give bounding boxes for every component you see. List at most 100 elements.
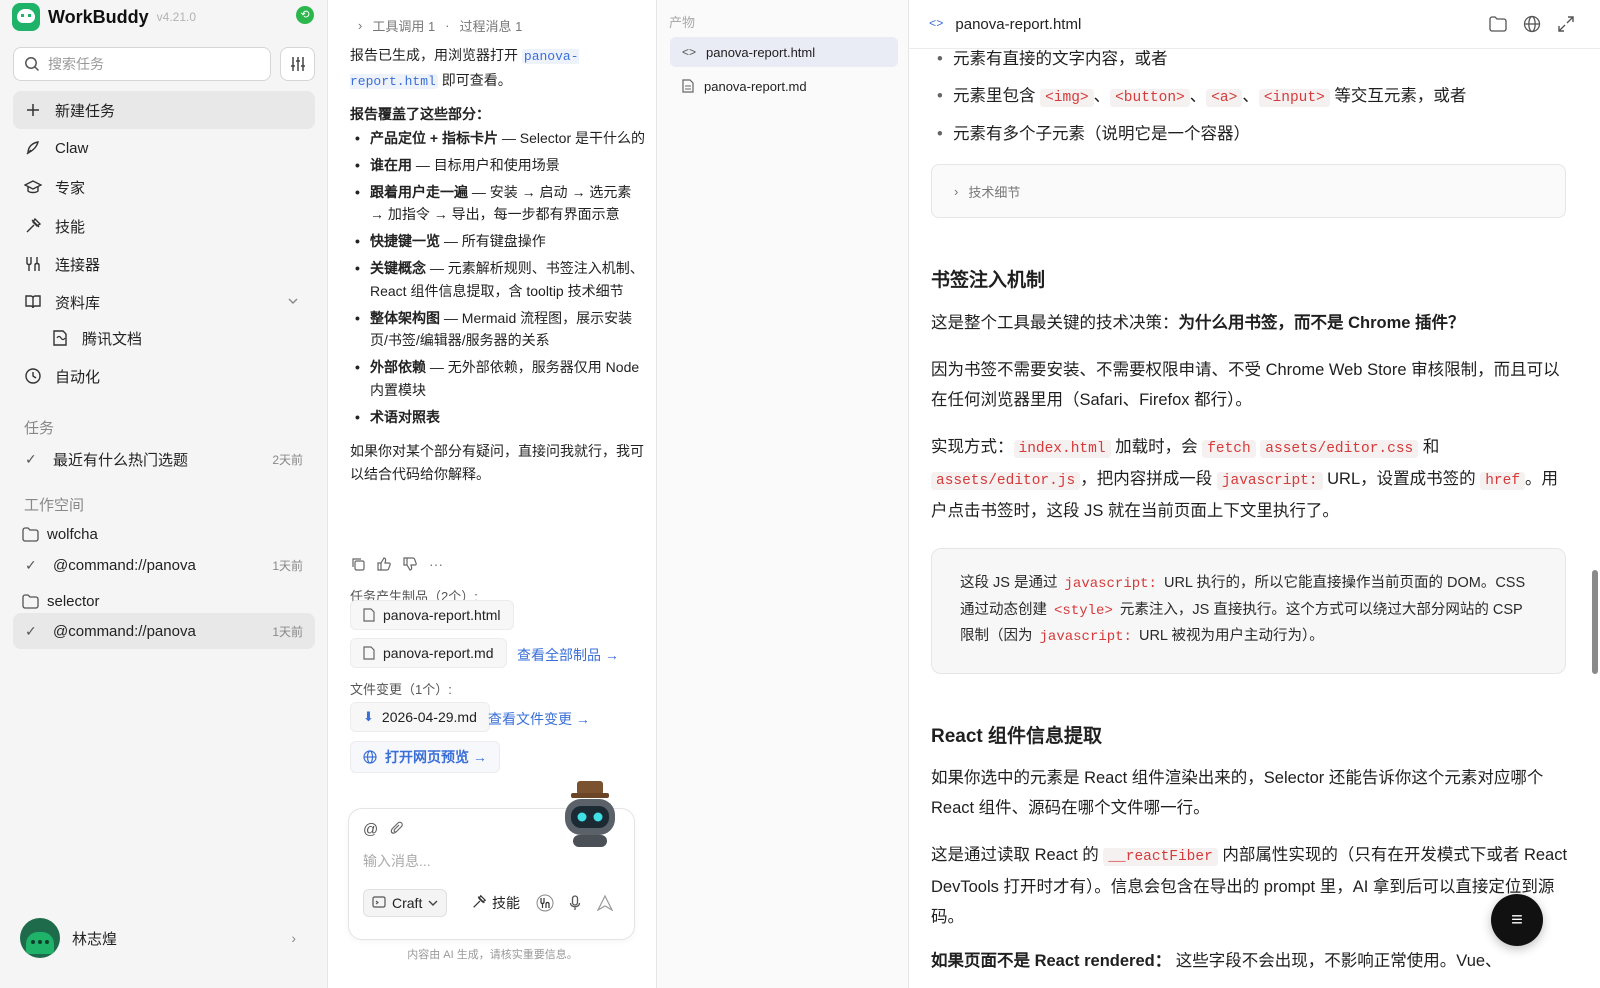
inline-code: href xyxy=(1480,472,1526,490)
nav-item-claw[interactable]: Claw xyxy=(13,129,315,167)
artifact-chip-html[interactable]: panova-report.html xyxy=(350,600,514,630)
view-all-artifacts-link[interactable]: 查看全部制品 → xyxy=(517,645,619,665)
sections-list: 产品定位 + 指标卡片 — Selector 是干什么的 谁在用 — 目标用户和… xyxy=(350,127,645,429)
microphone-icon[interactable] xyxy=(561,889,589,917)
list-item: 外部依赖 — 无外部依赖，服务器仅用 Node 内置模块 xyxy=(350,356,645,401)
ai-disclaimer: 内容由 AI 生成，请核实重要信息。 xyxy=(407,949,578,961)
heading-bookmark: 书签注入机制 xyxy=(931,270,1046,291)
expand-icon[interactable] xyxy=(1556,14,1576,34)
sliders-icon xyxy=(290,57,305,71)
skills-button[interactable]: 技能 xyxy=(471,889,520,917)
connector-icon[interactable] xyxy=(531,889,559,917)
process-summary[interactable]: › 工具调用 1 · 过程消息 1 xyxy=(358,16,522,35)
outline-menu-button[interactable]: ≡ xyxy=(1491,894,1543,946)
user-profile[interactable]: 林志煌 › xyxy=(20,918,316,958)
list-item: 整体架构图 — Mermaid 流程图，展示安装页/书签/编辑器/服务器的关系 xyxy=(350,307,645,352)
nav-item-experts[interactable]: 专家 xyxy=(13,168,315,206)
task-time: 1天前 xyxy=(272,624,303,639)
para-text: 加载时，会 xyxy=(1110,438,1203,456)
file-changes-label: 文件变更（1个）: xyxy=(350,682,452,697)
task-time: 2天前 xyxy=(272,452,303,467)
preview-panel: <> panova-report.html 元素有直接的文字内容，或者 元素里包… xyxy=(909,0,1600,988)
nav-item-skills[interactable]: 技能 xyxy=(13,207,315,245)
separator: 、 xyxy=(1242,86,1259,105)
tasks-section-label: 任务 xyxy=(24,420,55,437)
workbuddy-logo-icon xyxy=(12,3,40,31)
intro-text-end: 即可查看。 xyxy=(437,71,512,88)
filter-button[interactable] xyxy=(280,47,315,81)
intro-text: 报告已生成，用浏览器打开 xyxy=(350,47,522,63)
process-msgs-count: 过程消息 1 xyxy=(459,19,523,34)
graduation-cap-icon xyxy=(23,177,43,197)
list-item: 术语对照表 xyxy=(350,406,645,429)
bullet-text: 元素里包含 xyxy=(953,86,1041,105)
copy-icon[interactable] xyxy=(350,556,366,572)
chevron-right-icon: › xyxy=(954,183,959,199)
img-tag-code: <img> xyxy=(1040,88,1094,107)
message-actions: ··· xyxy=(350,556,444,572)
chevron-down-icon[interactable] xyxy=(287,294,299,311)
task-item[interactable]: ✓ @command://panova 1天前 xyxy=(13,547,315,583)
preview-actions xyxy=(1488,14,1576,34)
at-mention-icon[interactable]: @ xyxy=(363,821,378,839)
separator: 、 xyxy=(1093,86,1111,105)
technical-details-toggle[interactable]: › 技术细节 xyxy=(931,164,1566,218)
sidebar: WorkBuddy v4.21.0 ⟲ 新建任务 Claw 专家 技能 连接器 … xyxy=(0,0,328,988)
globe-icon[interactable] xyxy=(1522,14,1542,34)
artifact-row-name: panova-report.md xyxy=(704,78,807,94)
dot-separator: · xyxy=(445,18,450,33)
check-icon: ✓ xyxy=(25,450,37,467)
chat-panel: › 工具调用 1 · 过程消息 1 报告已生成，用浏览器打开 panova-re… xyxy=(328,0,657,988)
skill-label: 技能 xyxy=(492,895,520,911)
chevron-right-icon: › xyxy=(358,18,363,33)
nav-label: Claw xyxy=(55,139,89,157)
skill-icon xyxy=(471,894,487,913)
closing-text: 如果你对某个部分有疑问，直接问我就行，我可以结合代码给你解释。 xyxy=(350,443,644,482)
nav-item-automation[interactable]: 自动化 xyxy=(13,357,315,395)
file-change-chip[interactable]: ⬇ 2026-04-29.md xyxy=(350,702,490,732)
attachment-icon[interactable] xyxy=(390,821,404,839)
inline-code: __reactFiber xyxy=(1103,848,1218,866)
open-preview-button[interactable]: 打开网页预览 → xyxy=(350,741,500,773)
more-icon[interactable]: ··· xyxy=(428,556,444,572)
task-item-active[interactable]: ✓ @command://panova 1天前 xyxy=(13,613,315,649)
thumbs-up-icon[interactable] xyxy=(376,556,392,572)
tool-calls-count: 工具调用 1 xyxy=(372,19,436,34)
nav-item-connectors[interactable]: 连接器 xyxy=(13,245,315,283)
workspace-name: selector xyxy=(47,592,100,610)
artifact-row-html[interactable]: <> panova-report.html xyxy=(670,37,898,67)
task-title: 最近有什么热门选题 xyxy=(53,451,189,469)
code-icon: <> xyxy=(682,45,697,59)
send-icon[interactable] xyxy=(591,889,619,917)
artifact-name: panova-report.md xyxy=(383,645,494,661)
inline-code: javascript: xyxy=(1039,629,1132,645)
nav-item-library[interactable]: 资料库 xyxy=(13,283,315,321)
sections-title: 报告覆盖了这些部分： xyxy=(350,106,490,122)
message-input[interactable] xyxy=(363,853,613,869)
connection-status-icon[interactable]: ⟲ xyxy=(296,6,314,24)
preview-header: <> panova-report.html xyxy=(909,0,1600,49)
artifact-chip-md[interactable]: panova-report.md xyxy=(350,638,507,668)
thumbs-down-icon[interactable] xyxy=(402,556,418,572)
file-icon xyxy=(363,646,375,660)
task-item[interactable]: ✓ 最近有什么热门选题 2天前 xyxy=(13,441,315,477)
folder-open-icon[interactable] xyxy=(1488,14,1508,34)
new-task-button[interactable]: 新建任务 xyxy=(13,91,315,129)
artifact-row-md[interactable]: panova-report.md xyxy=(670,71,898,101)
workspace-name: wolfcha xyxy=(47,525,98,543)
mode-select[interactable]: Craft xyxy=(363,889,448,917)
workspace-selector[interactable]: selector xyxy=(22,587,100,615)
nav-item-tencent-docs[interactable]: 腾讯文档 xyxy=(40,319,315,357)
para-text: 这是通过读取 React 的 xyxy=(931,846,1104,864)
paragraph: 这是整个工具最关键的技术决策：为什么用书签，而不是 Chrome 插件？ xyxy=(931,308,1571,338)
search-box[interactable] xyxy=(13,47,271,81)
plus-icon xyxy=(23,100,43,120)
scrollbar[interactable] xyxy=(1592,570,1598,674)
file-icon xyxy=(682,79,694,93)
skill-icon xyxy=(23,216,43,236)
workspace-wolfcha[interactable]: wolfcha xyxy=(22,520,98,548)
view-file-changes-link[interactable]: 查看文件变更 → xyxy=(488,709,590,729)
search-input[interactable] xyxy=(48,56,248,72)
callout-box: 这段 JS 是通过 javascript: URL 执行的，所以它能直接操作当前… xyxy=(931,548,1566,674)
list-item: 元素有多个子元素（说明它是一个容器） xyxy=(931,119,1571,149)
